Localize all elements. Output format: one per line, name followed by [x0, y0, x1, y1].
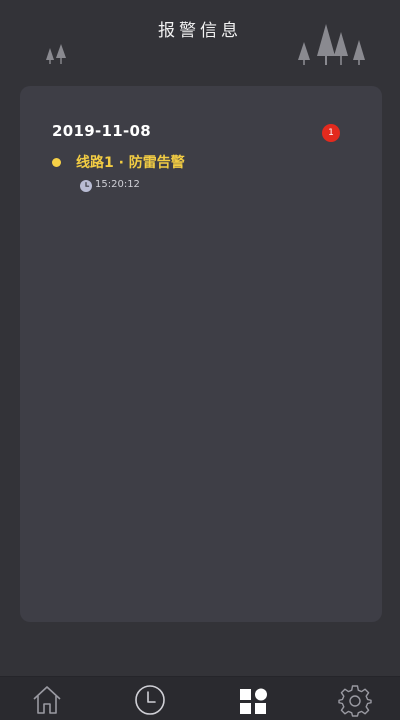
- alarm-count-badge: 1: [322, 124, 340, 142]
- alarm-screen: 报警信息 2019-11-08 1 线路1 · 防雷告警 15:20:12: [0, 0, 400, 720]
- header: 报警信息: [0, 0, 400, 70]
- alarm-card: 2019-11-08 1 线路1 · 防雷告警 15:20:12: [20, 86, 382, 622]
- alarm-list-item[interactable]: 线路1 · 防雷告警 15:20:12: [52, 152, 352, 196]
- nav-home-button[interactable]: [22, 683, 72, 720]
- history-icon: [135, 685, 165, 715]
- alarm-date: 2019-11-08: [52, 122, 151, 140]
- alarm-time: 15:20:12: [95, 179, 140, 190]
- settings-icon: [338, 685, 372, 717]
- nav-settings-button[interactable]: [330, 683, 380, 720]
- clock-icon: [80, 180, 92, 192]
- trees-left-icon: [46, 44, 66, 64]
- home-icon: [33, 686, 61, 714]
- trees-right-icon: [298, 24, 365, 65]
- bottom-nav: [0, 676, 400, 720]
- alarm-title: 线路1 · 防雷告警: [76, 155, 185, 171]
- status-dot-icon: [52, 158, 61, 167]
- nav-alarm-info-button[interactable]: [228, 683, 278, 720]
- nav-history-button[interactable]: [125, 683, 175, 720]
- alarm-info-icon: [240, 688, 267, 714]
